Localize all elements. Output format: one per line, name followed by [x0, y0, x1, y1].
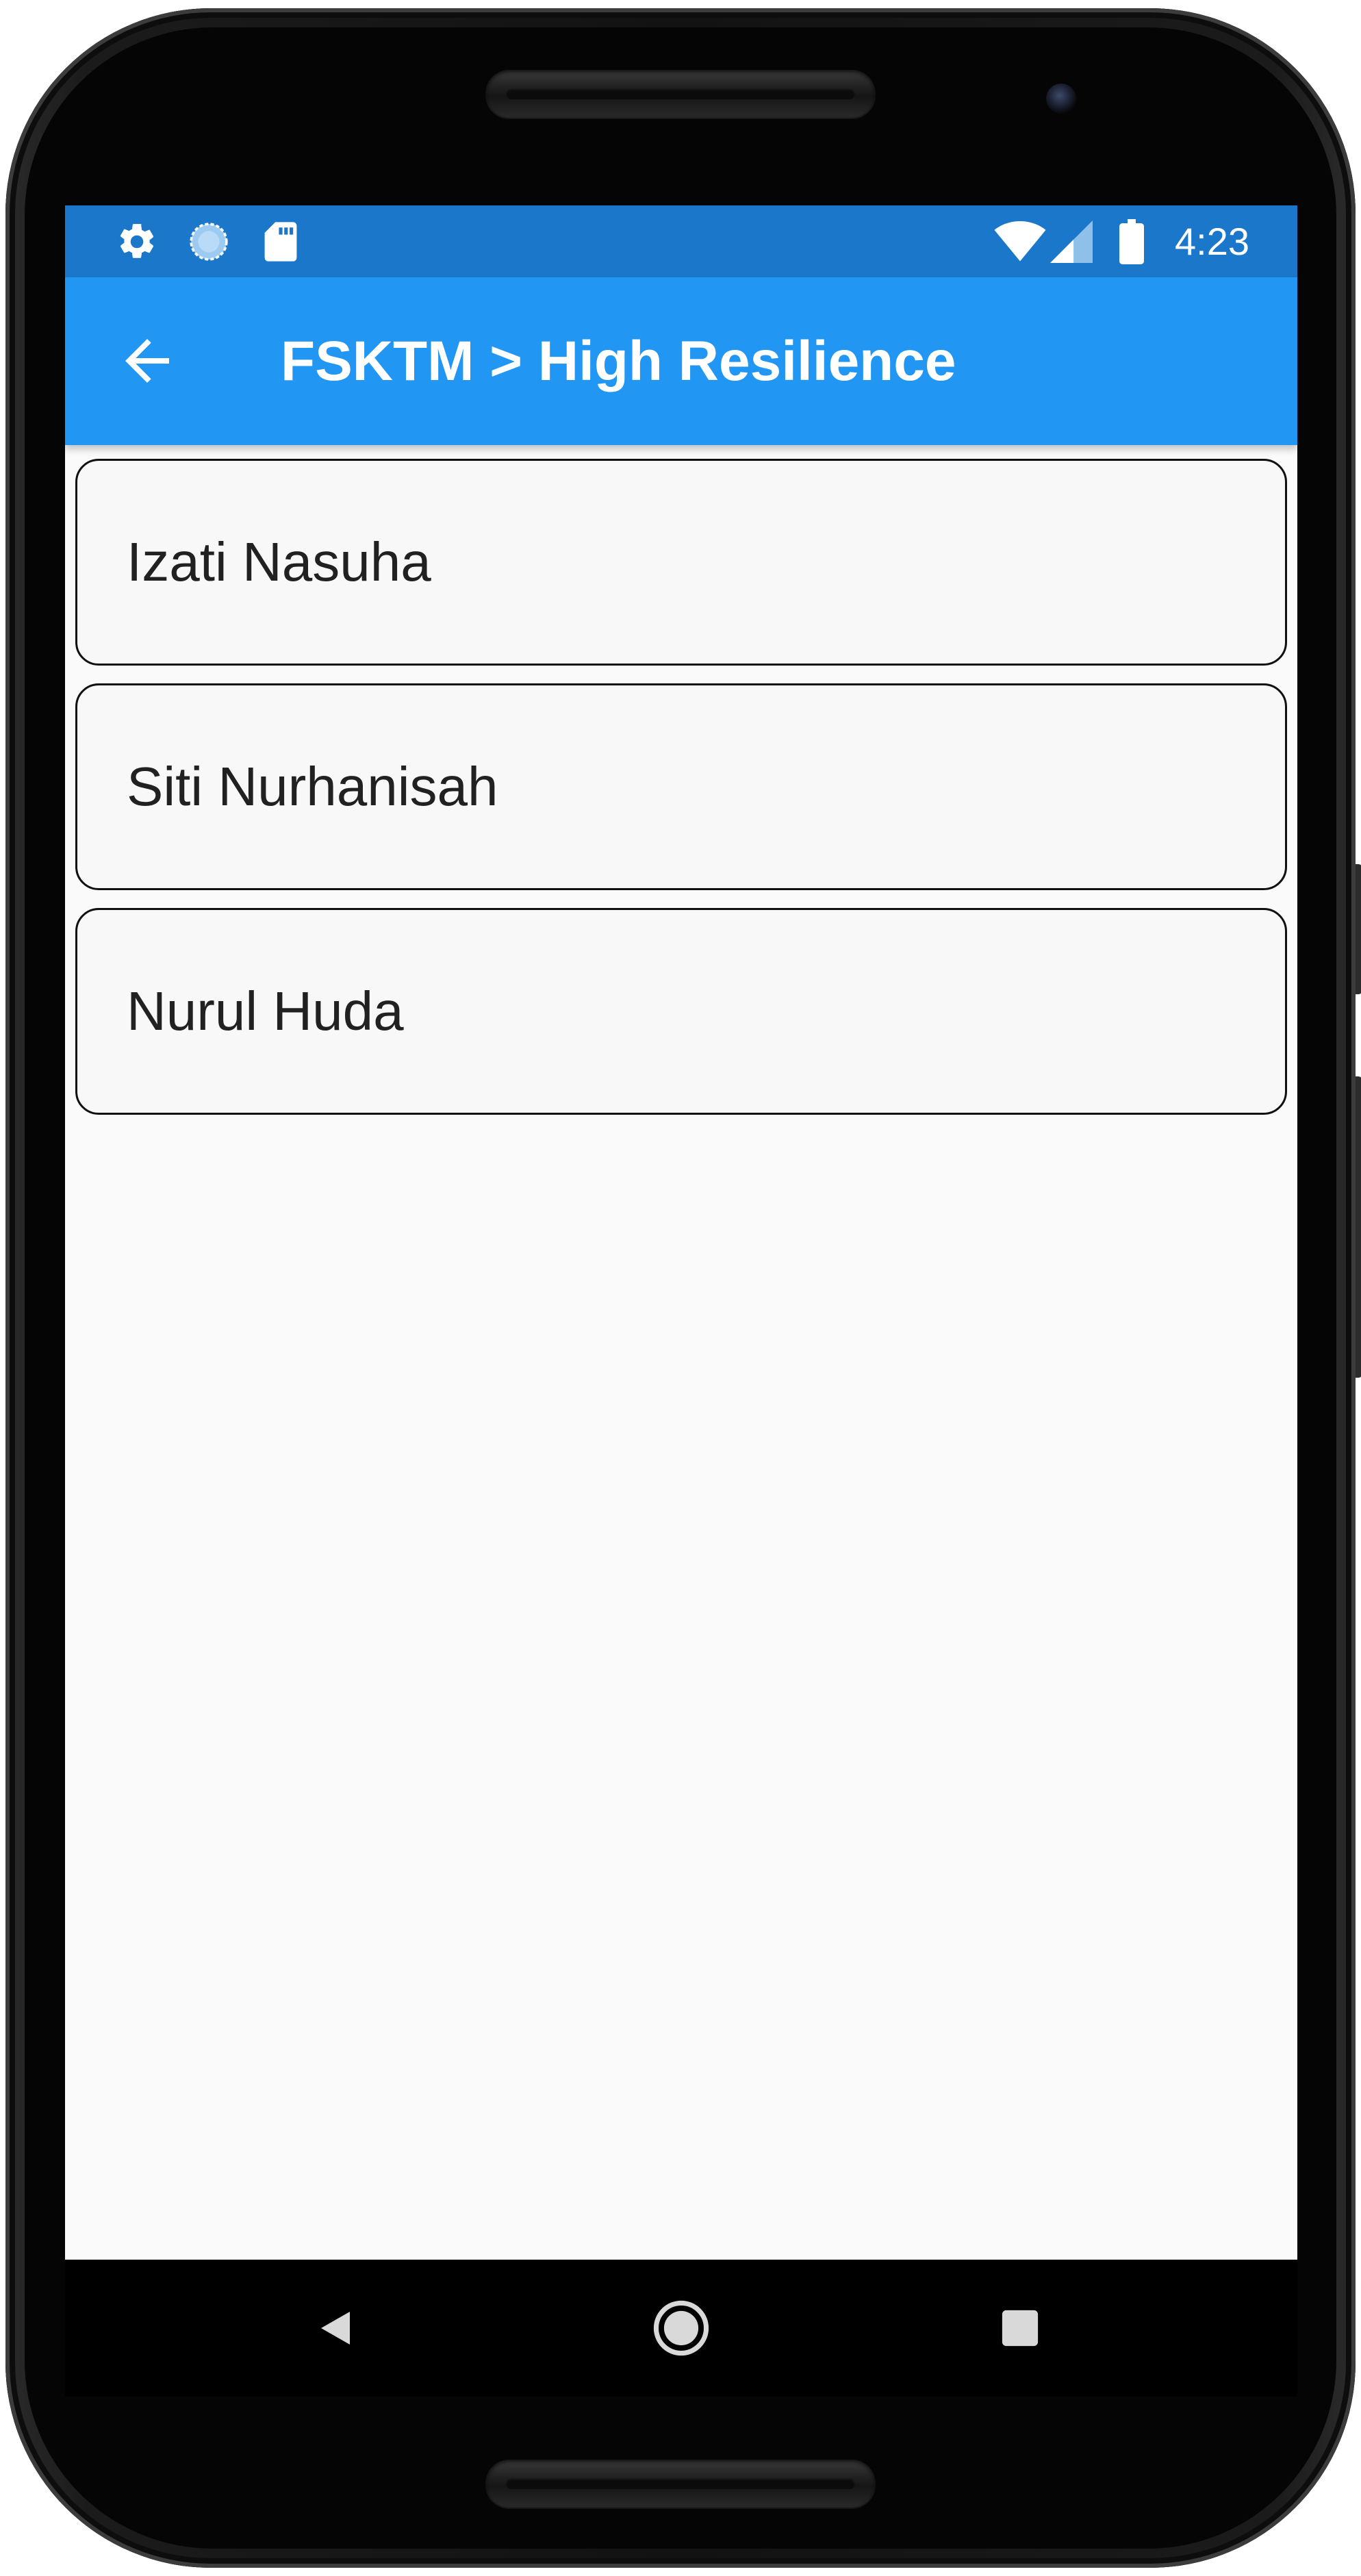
status-bar: 4:23 [65, 205, 1297, 277]
sync-progress-icon [185, 205, 233, 277]
battery-icon [1115, 205, 1149, 277]
earpiece-speaker [485, 70, 876, 118]
navigation-bar [65, 2260, 1297, 2397]
power-button [1356, 1076, 1361, 1378]
bottom-speaker [485, 2460, 876, 2508]
recents-square-icon [1002, 2310, 1039, 2347]
volume-button [1356, 864, 1361, 994]
sd-card-icon [260, 205, 301, 277]
nav-back-button[interactable] [294, 2287, 377, 2369]
settings-icon [113, 205, 161, 277]
wifi-icon [993, 205, 1047, 277]
list-item[interactable]: Nurul Huda [75, 908, 1287, 1115]
resilience-list: Izati Nasuha Siti Nurhanisah Nurul Huda [75, 459, 1287, 1133]
nav-home-button[interactable] [640, 2287, 722, 2369]
nav-recents-button[interactable] [979, 2287, 1061, 2369]
cellular-signal-icon [1047, 205, 1095, 277]
arrow-back-icon [125, 339, 169, 383]
list-item-label: Izati Nasuha [127, 531, 431, 592]
front-camera [1046, 84, 1076, 114]
app-bar: FSKTM > High Resilience [65, 277, 1297, 445]
list-item-label: Nurul Huda [127, 981, 404, 1041]
home-circle-icon [653, 2300, 709, 2356]
list-item-label: Siti Nurhanisah [127, 756, 498, 817]
page-title: FSKTM > High Resilience [281, 330, 956, 392]
status-time: 4:23 [1175, 220, 1249, 263]
phone-screen: 4:23 FSKTM > High Resilience Izati Nasuh… [65, 205, 1297, 2260]
list-item[interactable]: Izati Nasuha [75, 459, 1287, 666]
list-item[interactable]: Siti Nurhanisah [75, 683, 1287, 890]
back-button[interactable] [106, 320, 188, 402]
back-triangle-icon [321, 2312, 350, 2345]
